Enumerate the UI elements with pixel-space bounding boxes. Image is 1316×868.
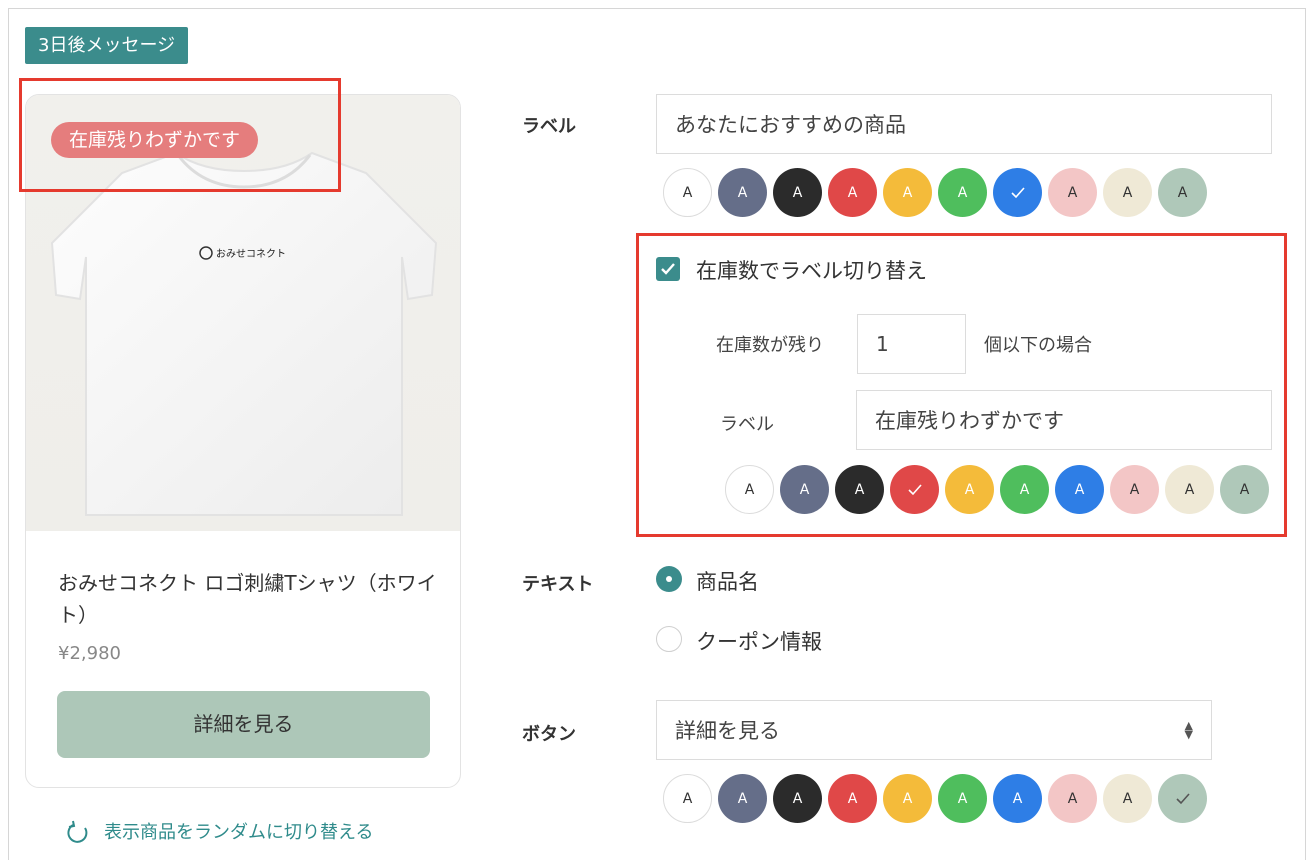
color-swatch-white[interactable]: A: [663, 168, 712, 217]
color-swatch-blue[interactable]: [993, 168, 1042, 217]
color-swatch-cream[interactable]: A: [1103, 168, 1152, 217]
button-label-select[interactable]: 詳細を見る ▲ ▼: [656, 700, 1212, 760]
shirt-logo-text: おみせコネクト: [216, 249, 286, 260]
stock-switch-label: 在庫数でラベル切り替え: [696, 259, 927, 283]
label-section-title: ラベル: [522, 116, 576, 137]
product-price: ¥2,980: [58, 643, 121, 664]
detail-button[interactable]: 詳細を見る: [57, 691, 430, 758]
radio-product-name-label: 商品名: [696, 570, 759, 594]
text-section-title: テキスト: [522, 574, 594, 595]
color-swatch-cream[interactable]: A: [1103, 774, 1152, 823]
color-swatch-yellow[interactable]: A: [883, 168, 932, 217]
message-timing-tag: 3日後メッセージ: [25, 27, 189, 64]
color-swatch-white[interactable]: A: [663, 774, 712, 823]
color-swatch-slate[interactable]: A: [780, 465, 829, 514]
random-switch-label: 表示商品をランダムに切り替える: [104, 822, 374, 843]
product-name: おみせコネクト ロゴ刺繍Tシャツ（ホワイト）: [58, 571, 437, 627]
color-swatch-cream[interactable]: A: [1165, 465, 1214, 514]
color-swatch-sage[interactable]: [1158, 774, 1207, 823]
check-icon: [661, 263, 675, 275]
color-swatch-red[interactable]: [890, 465, 939, 514]
color-swatch-yellow[interactable]: A: [945, 465, 994, 514]
random-switch-link[interactable]: 表示商品をランダムに切り替える: [66, 820, 373, 846]
color-swatch-green[interactable]: A: [938, 168, 987, 217]
button-color-swatches: AAAAAAAAA: [663, 774, 1213, 823]
stock-label-color-swatches: AAAAAAAAA: [725, 465, 1275, 514]
threshold-prefix: 在庫数が残り: [716, 335, 824, 356]
product-card: おみせコネクト 在庫残りわずかです おみせコネクト ロゴ刺繍Tシャツ（ホワイト）…: [25, 94, 461, 788]
color-swatch-red[interactable]: A: [828, 168, 877, 217]
color-swatch-black[interactable]: A: [773, 168, 822, 217]
check-icon: [1010, 186, 1025, 198]
label-input[interactable]: あなたにおすすめの商品: [656, 94, 1272, 154]
color-swatch-red[interactable]: A: [828, 774, 877, 823]
label-color-swatches: AAAAAAAAA: [663, 168, 1213, 217]
color-swatch-pink[interactable]: A: [1110, 465, 1159, 514]
stock-label-input[interactable]: 在庫残りわずかです: [856, 390, 1272, 450]
button-section-title: ボタン: [522, 724, 576, 745]
check-icon: [907, 483, 922, 495]
color-swatch-pink[interactable]: A: [1048, 774, 1097, 823]
color-swatch-green[interactable]: A: [1000, 465, 1049, 514]
stock-label-title: ラベル: [720, 414, 774, 435]
radio-product-name[interactable]: [656, 566, 682, 592]
color-swatch-yellow[interactable]: A: [883, 774, 932, 823]
color-swatch-white[interactable]: A: [725, 465, 774, 514]
select-arrows-icon: ▲ ▼: [1184, 719, 1193, 741]
radio-coupon-info[interactable]: [656, 626, 682, 652]
radio-coupon-info-label: クーポン情報: [696, 630, 822, 654]
color-swatch-green[interactable]: A: [938, 774, 987, 823]
highlight-box-badge: [19, 78, 341, 192]
check-icon: [1175, 792, 1190, 804]
threshold-suffix: 個以下の場合: [984, 335, 1092, 356]
color-swatch-slate[interactable]: A: [718, 774, 767, 823]
color-swatch-slate[interactable]: A: [718, 168, 767, 217]
color-swatch-black[interactable]: A: [835, 465, 884, 514]
threshold-input[interactable]: 1: [857, 314, 966, 374]
color-swatch-blue[interactable]: A: [1055, 465, 1104, 514]
refresh-icon: [67, 820, 88, 843]
stock-switch-checkbox[interactable]: [656, 257, 680, 281]
color-swatch-sage[interactable]: A: [1158, 168, 1207, 217]
color-swatch-pink[interactable]: A: [1048, 168, 1097, 217]
color-swatch-black[interactable]: A: [773, 774, 822, 823]
color-swatch-sage[interactable]: A: [1220, 465, 1269, 514]
color-swatch-blue[interactable]: A: [993, 774, 1042, 823]
button-label-select-value: 詳細を見る: [675, 719, 780, 743]
